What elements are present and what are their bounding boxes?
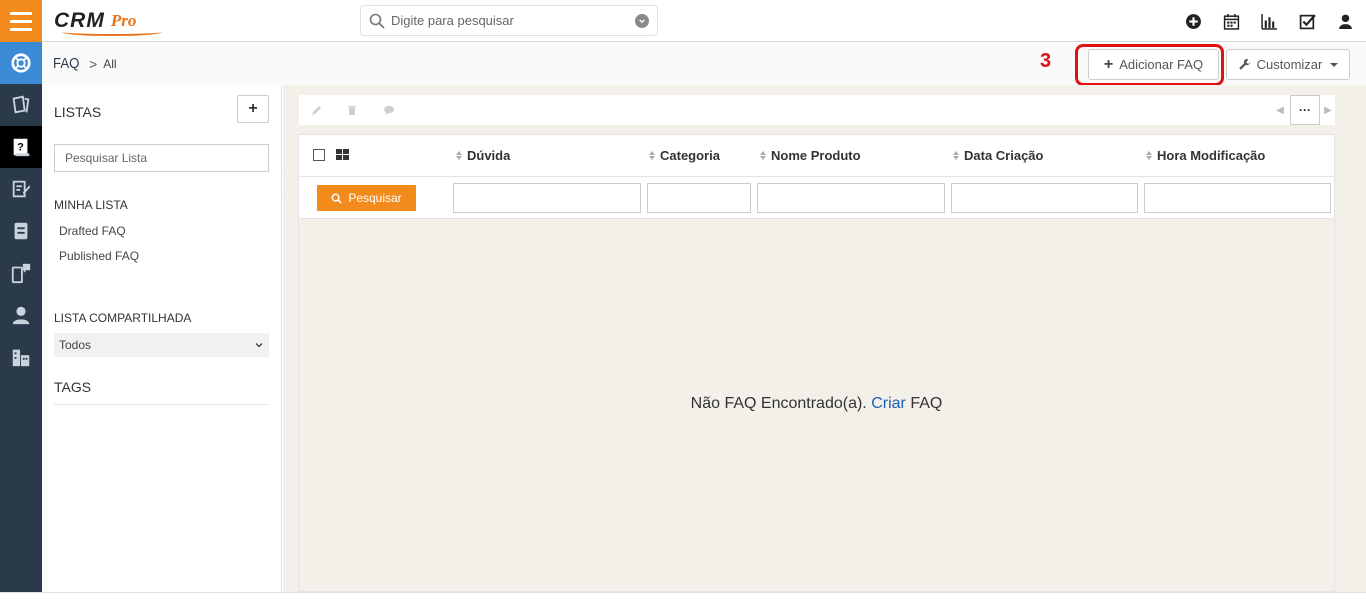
search-list-placeholder: Pesquisar Lista (65, 151, 148, 165)
column-label: Hora Modificação (1157, 148, 1266, 163)
search-icon (369, 13, 385, 29)
svg-text:?: ? (17, 142, 24, 154)
shared-list-title: LISTA COMPARTILHADA (54, 311, 192, 325)
filter-input-duvida[interactable] (453, 183, 641, 213)
breadcrumb-bar: FAQ > All 3 + Adicionar FAQ Customizar (42, 43, 1366, 86)
plus-icon: + (248, 100, 258, 117)
add-list-button[interactable]: + (237, 95, 269, 123)
list-item-drafted-faq[interactable]: Drafted FAQ (59, 224, 126, 238)
tags-title: TAGS (54, 379, 92, 395)
comment-icon[interactable] (375, 95, 403, 125)
buildings-icon[interactable] (0, 336, 42, 378)
archive-icon[interactable] (0, 210, 42, 252)
checkbox-tasks-icon[interactable] (1296, 10, 1318, 32)
sort-icon (760, 151, 766, 160)
pager-next-icon[interactable]: ▶ (1321, 95, 1335, 125)
mobile-chat-icon[interactable] (0, 252, 42, 294)
empty-state-suffix: FAQ (910, 395, 943, 412)
shared-list-selected: Todos (59, 338, 92, 352)
sort-icon (953, 151, 959, 160)
sort-icon (1146, 151, 1152, 160)
main-content: ◀ ··· ▶ Dúvida Categoria Nome Produto Da… (283, 85, 1366, 592)
top-icon-group (1182, 0, 1356, 42)
grid-filter-row: Pesquisar (299, 177, 1334, 219)
create-faq-link[interactable]: Criar (871, 395, 906, 412)
sort-icon (456, 151, 462, 160)
grid-search-label: Pesquisar (348, 191, 402, 205)
add-circle-icon[interactable] (1182, 10, 1204, 32)
search-list-input[interactable]: Pesquisar Lista (54, 144, 269, 172)
user-icon[interactable] (0, 294, 42, 336)
footer-strip (0, 592, 1366, 600)
filter-input-hora-modificacao[interactable] (1144, 183, 1331, 213)
column-label: Data Criação (964, 148, 1044, 163)
column-header-duvida[interactable]: Dúvida (456, 148, 510, 163)
pager-prev-icon[interactable]: ◀ (1272, 95, 1288, 125)
delete-trash-icon[interactable] (338, 95, 366, 125)
grid-header: Dúvida Categoria Nome Produto Data Criaç… (299, 135, 1334, 177)
search-placeholder: Digite para pesquisar (391, 13, 514, 28)
breadcrumb-module[interactable]: FAQ (53, 55, 79, 72)
bar-chart-icon[interactable] (1258, 10, 1280, 32)
list-item-published-faq[interactable]: Published FAQ (59, 249, 139, 263)
add-faq-label: Adicionar FAQ (1119, 57, 1204, 72)
tags-divider (54, 404, 269, 405)
user-profile-icon[interactable] (1334, 10, 1356, 32)
top-header: CRM Pro Digite para pesquisar (42, 0, 1366, 42)
grid-layout-icon[interactable] (336, 149, 349, 160)
faq-icon[interactable]: ? (0, 126, 42, 168)
hamburger-menu-icon[interactable] (0, 0, 42, 42)
grid-search-button[interactable]: Pesquisar (317, 185, 416, 211)
select-all-checkbox[interactable] (313, 149, 325, 161)
global-search-input[interactable]: Digite para pesquisar (360, 5, 658, 36)
edit-document-icon[interactable] (0, 168, 42, 210)
calendar-icon[interactable] (1220, 10, 1242, 32)
sidebar-rail: ? (0, 0, 42, 592)
sort-icon (649, 151, 655, 160)
column-header-categoria[interactable]: Categoria (649, 148, 720, 163)
column-label: Nome Produto (771, 148, 861, 163)
crm-pro-logo[interactable]: CRM Pro (54, 6, 162, 36)
pager-more-button[interactable]: ··· (1290, 95, 1320, 125)
add-faq-button[interactable]: + Adicionar FAQ (1088, 49, 1219, 80)
my-list-title: MINHA LISTA (54, 198, 128, 212)
lists-panel: LISTAS + Pesquisar Lista MINHA LISTA Dra… (42, 85, 282, 592)
row-action-toolbar: ◀ ··· ▶ (299, 95, 1335, 125)
breadcrumb: FAQ > All (53, 55, 117, 72)
breadcrumb-current: All (103, 56, 117, 71)
filter-input-nome-produto[interactable] (757, 183, 945, 213)
customize-button[interactable]: Customizar (1226, 49, 1350, 80)
plus-icon: + (1103, 55, 1114, 73)
faq-grid: Dúvida Categoria Nome Produto Data Criaç… (298, 134, 1335, 592)
shared-list-dropdown[interactable]: Todos (54, 333, 269, 357)
chevron-down-icon[interactable] (635, 13, 649, 28)
caret-down-icon (1330, 62, 1339, 67)
search-icon (331, 193, 342, 204)
logo-swoosh (62, 28, 162, 36)
lifebuoy-icon[interactable] (0, 42, 42, 84)
filter-input-categoria[interactable] (647, 183, 751, 213)
column-header-data-criacao[interactable]: Data Criação (953, 148, 1043, 163)
edit-pencil-icon[interactable] (303, 95, 331, 125)
column-header-hora-modificacao[interactable]: Hora Modificação (1146, 148, 1265, 163)
filter-input-data-criacao[interactable] (951, 183, 1138, 213)
step-annotation-number: 3 (1040, 50, 1052, 72)
tickets-icon[interactable] (0, 84, 42, 126)
column-label: Categoria (660, 148, 720, 163)
empty-state-text: Não FAQ Encontrado(a). (690, 395, 867, 412)
chevron-down-icon (255, 343, 263, 348)
column-header-nome-produto[interactable]: Nome Produto (760, 148, 861, 163)
breadcrumb-separator: > (89, 55, 98, 72)
empty-state-message: Não FAQ Encontrado(a). Criar FAQ (299, 395, 1334, 413)
column-label: Dúvida (467, 148, 511, 163)
wrench-icon (1238, 58, 1250, 70)
customize-label: Customizar (1256, 57, 1323, 72)
lists-title: LISTAS (54, 104, 102, 120)
